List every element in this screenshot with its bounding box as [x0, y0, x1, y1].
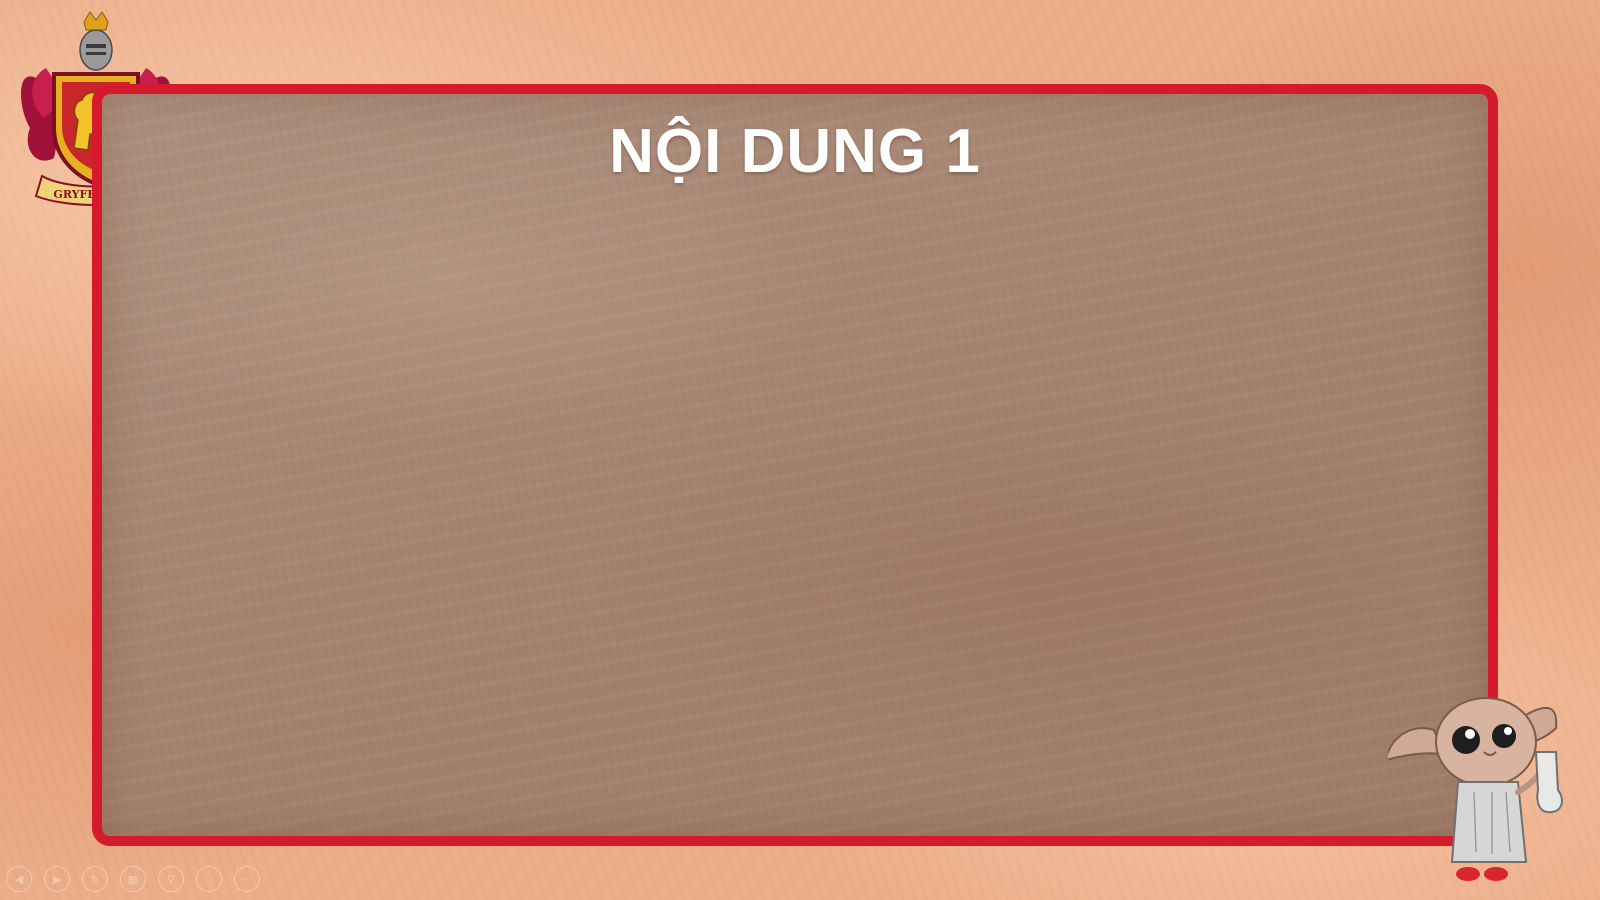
arrow-right-icon: ▶	[52, 872, 62, 886]
pen-button[interactable]: ✎	[82, 866, 108, 892]
magnifier-icon: ⚲	[166, 872, 176, 886]
next-slide-button[interactable]: ▶	[44, 866, 70, 892]
zoom-button[interactable]: ⚲	[158, 866, 184, 892]
arrow-left-icon: ◀	[14, 872, 24, 886]
more-options-button[interactable]: ⋯	[234, 866, 260, 892]
slide-title: NỘI DUNG 1	[609, 117, 981, 186]
previous-slide-button[interactable]: ◀	[6, 866, 32, 892]
subtitles-button[interactable]: ◌	[196, 866, 222, 892]
elf-with-sock-icon	[1388, 697, 1563, 881]
content-panel: NỘI DUNG 1	[92, 84, 1498, 846]
slides-grid-button[interactable]: ▦	[120, 866, 146, 892]
subtitles-icon: ◌	[204, 872, 214, 886]
slideshow-toolbar: ◀ ▶ ✎ ▦ ⚲ ◌ ⋯	[6, 866, 260, 892]
pen-icon: ✎	[90, 872, 100, 886]
grid-icon: ▦	[127, 872, 139, 886]
ellipsis-icon: ⋯	[241, 872, 253, 886]
